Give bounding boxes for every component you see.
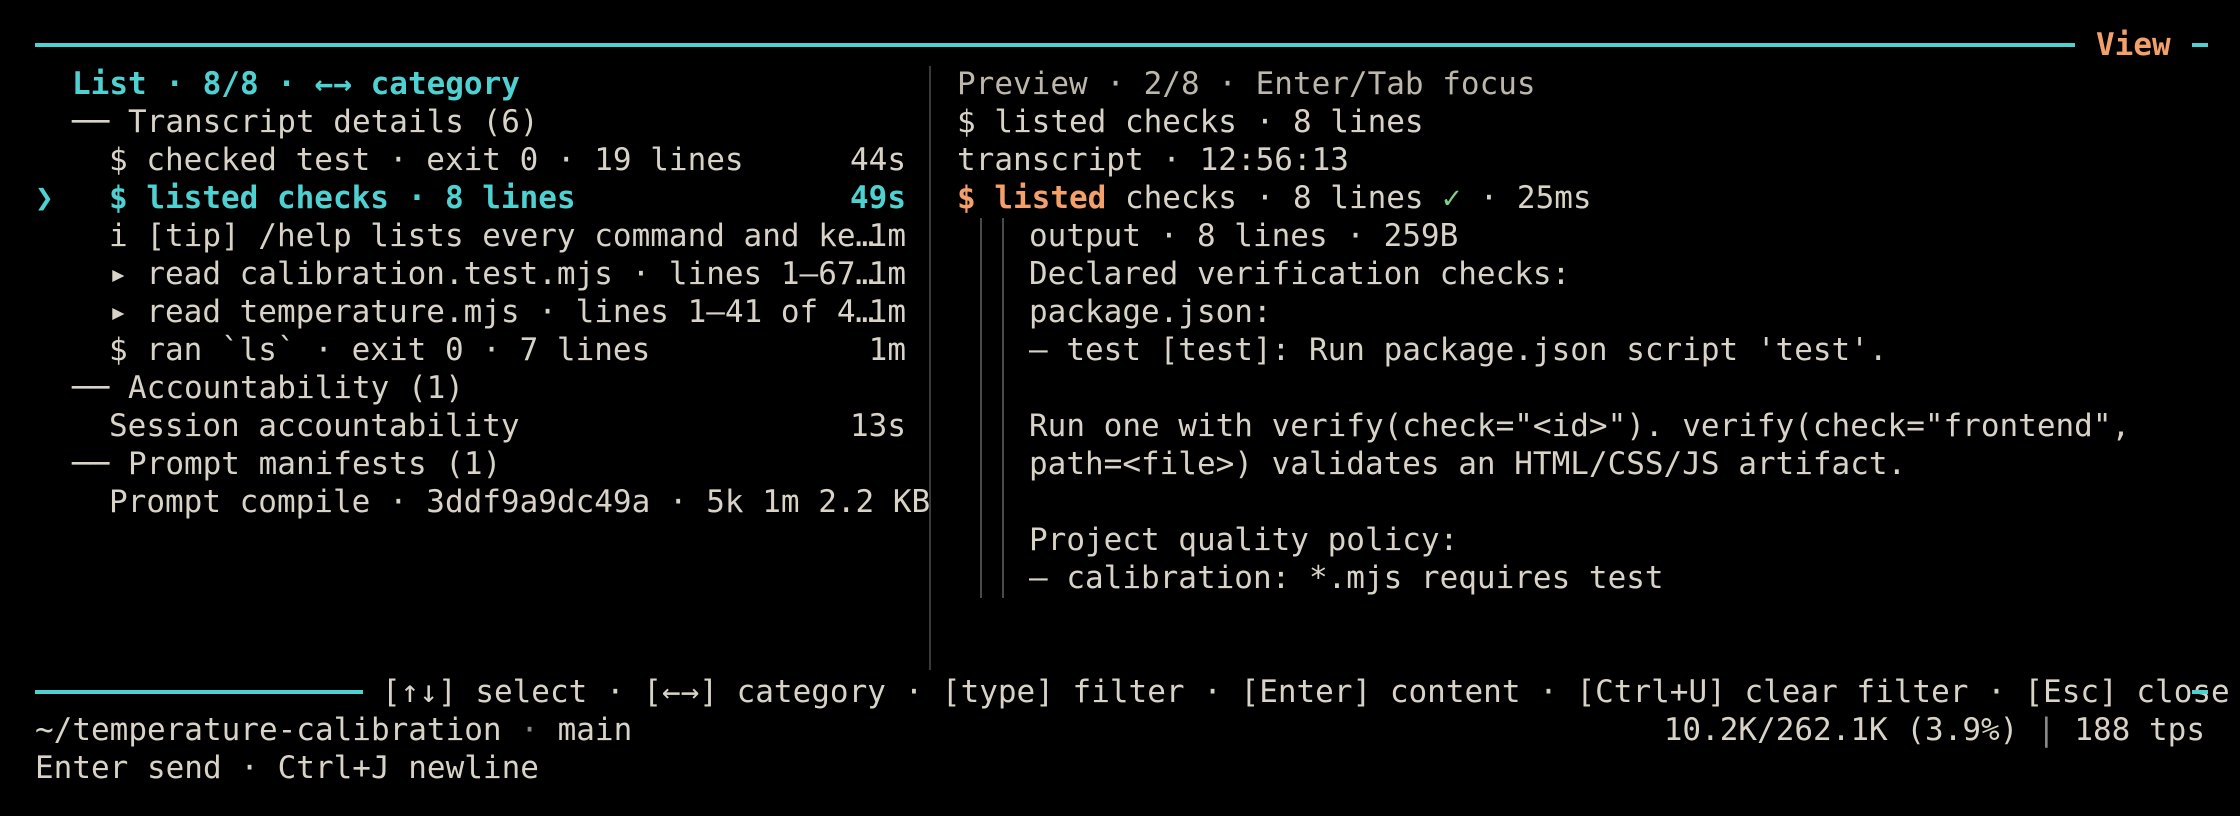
preview-title: $ listed checks · 8 lines bbox=[957, 104, 1424, 140]
output-line: – test [test]: Run package.json script '… bbox=[1029, 332, 1888, 368]
status-left: ~/temperature-calibration · main bbox=[35, 711, 632, 749]
check-icon: ✓ bbox=[1442, 180, 1461, 216]
output-line: path=<file>) validates an HTML/CSS/JS ar… bbox=[1029, 446, 1907, 482]
list-item-time: 1m bbox=[868, 218, 906, 254]
cwd-path: ~/temperature-calibration bbox=[35, 712, 502, 748]
top-border-end bbox=[2192, 43, 2208, 47]
preview-guide-inner bbox=[1002, 218, 1004, 598]
list-item[interactable]: ❯ $ listed checks · 8 lines 49s bbox=[35, 179, 906, 217]
list-item-time: 1m bbox=[868, 256, 906, 292]
token-usage: 10.2K/262.1K (3.9%) bbox=[1663, 712, 2019, 748]
list-item[interactable]: ▸ read temperature.mjs · lines 1–41 of 4… bbox=[72, 293, 906, 331]
output-line: Declared verification checks: bbox=[1029, 256, 1571, 292]
output-line: output · 8 lines · 259B bbox=[1029, 218, 1459, 254]
preview-command-line: $ listed checks · 8 lines ✓ · 25ms bbox=[957, 179, 1592, 217]
view-title: View bbox=[2096, 27, 2171, 63]
output-line: package.json: bbox=[1029, 294, 1272, 330]
preview-guide-outer bbox=[980, 218, 982, 598]
pane-divider bbox=[929, 66, 931, 670]
list-item[interactable]: $ ran `ls` · exit 0 · 7 lines 1m bbox=[72, 331, 906, 369]
list-item[interactable]: ▸ read calibration.test.mjs · lines 1–67… bbox=[72, 255, 906, 293]
list-item-label: i [tip] /help lists every command and ke… bbox=[109, 218, 875, 254]
list-item-time: 1m bbox=[868, 294, 906, 330]
bottom-border-right bbox=[2192, 690, 2208, 694]
list-item-time: 49s bbox=[850, 180, 906, 216]
section-header: ── Accountability (1) bbox=[72, 370, 464, 406]
list-item[interactable]: Prompt compile · 3ddf9a9dc49a · 5k 1m 2.… bbox=[72, 483, 930, 521]
git-branch: main bbox=[557, 712, 633, 748]
list-item[interactable]: i [tip] /help lists every command and ke… bbox=[72, 217, 906, 255]
status-pipe: | bbox=[2018, 712, 2075, 748]
list-item-label: $ ran `ls` · exit 0 · 7 lines bbox=[109, 332, 651, 368]
tps-value: 188 bbox=[2074, 712, 2131, 748]
bottom-border-left bbox=[35, 690, 363, 694]
input-hint: Enter send · Ctrl+J newline bbox=[35, 750, 539, 786]
preview-meta: transcript · 12:56:13 bbox=[957, 142, 1349, 178]
keybar: [↑↓] select · [←→] category · [type] fil… bbox=[382, 674, 2230, 710]
command-rest: checks · 8 lines bbox=[1106, 180, 1443, 216]
list-item-time: 13s bbox=[850, 408, 906, 444]
list-item-label: Session accountability bbox=[109, 408, 520, 444]
selection-marker-icon: ❯ bbox=[35, 180, 54, 216]
status-separator: · bbox=[501, 712, 558, 748]
list-item-label: $ checked test · exit 0 · 19 lines bbox=[109, 142, 744, 178]
list-item-time: 1m bbox=[868, 332, 906, 368]
list-item-label: $ listed checks · 8 lines bbox=[109, 180, 576, 216]
list-item-label: Prompt compile · 3ddf9a9dc49a · 5k 1m 2.… bbox=[109, 484, 931, 520]
output-line: Run one with verify(check="<id>"). verif… bbox=[1029, 408, 2131, 444]
command-duration: · 25ms bbox=[1460, 180, 1592, 216]
section-header: ── Prompt manifests (1) bbox=[72, 446, 502, 482]
output-line: Project quality policy: bbox=[1029, 522, 1459, 558]
list-item-label: ▸ read calibration.test.mjs · lines 1–67… bbox=[109, 256, 875, 292]
output-line: – calibration: *.mjs requires test bbox=[1029, 560, 1664, 596]
list-header: List · 8/8 · ←→ category bbox=[72, 66, 520, 102]
status-right: 10.2K/262.1K (3.9%) | 188 tps bbox=[1664, 711, 2205, 749]
list-item[interactable]: Session accountability 13s bbox=[72, 407, 906, 445]
preview-header: Preview · 2/8 · Enter/Tab focus bbox=[957, 66, 1536, 102]
section-header: ── Transcript details (6) bbox=[72, 104, 539, 140]
top-border bbox=[35, 43, 2075, 47]
tps-unit: tps bbox=[2130, 712, 2205, 748]
list-item-time: 44s bbox=[850, 142, 906, 178]
list-item-label: ▸ read temperature.mjs · lines 1–41 of 4… bbox=[109, 294, 875, 330]
command-prefix: $ listed bbox=[957, 180, 1107, 216]
list-item[interactable]: $ checked test · exit 0 · 19 lines 44s bbox=[72, 141, 906, 179]
